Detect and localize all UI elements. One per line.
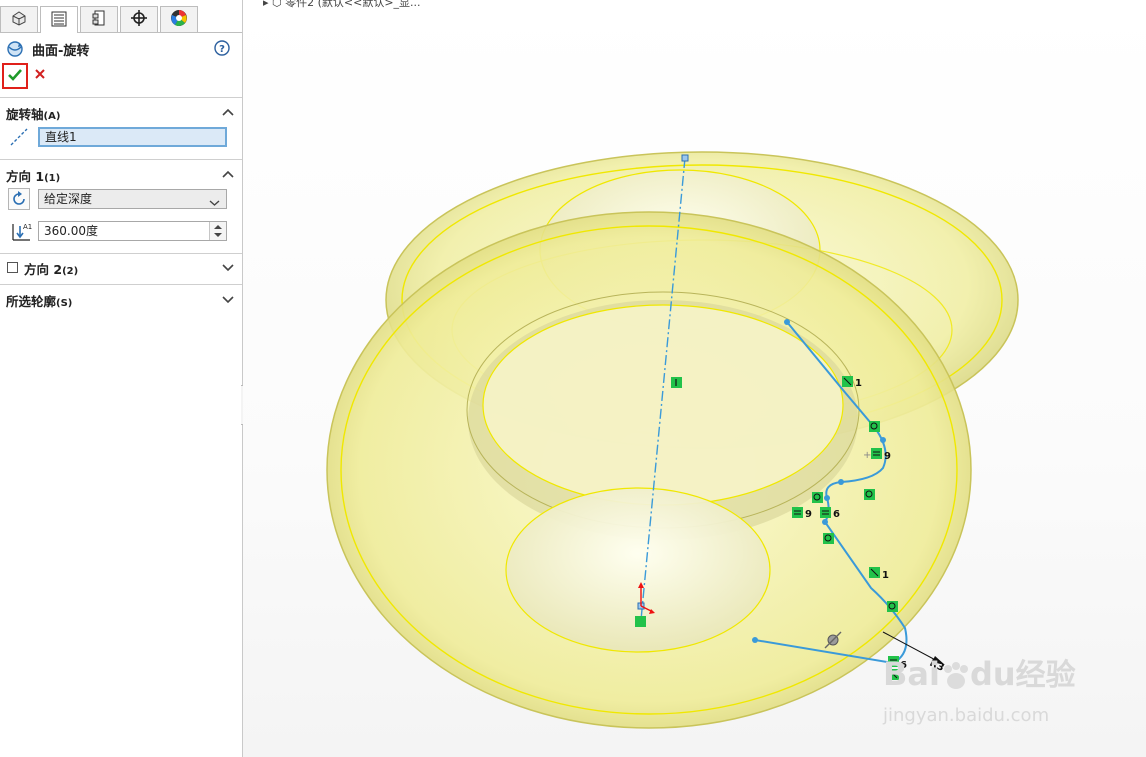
- configuration-manager-icon: [90, 9, 108, 30]
- tab-feature-manager[interactable]: [0, 6, 38, 32]
- chevron-up-icon[interactable]: [222, 168, 234, 182]
- feature-header: 曲面-旋转 ?: [6, 38, 236, 60]
- divider: [0, 159, 242, 160]
- direction2-checkbox[interactable]: [7, 262, 18, 273]
- watermark-logo: Bai du经验: [883, 655, 1076, 693]
- revolve-surface-icon: [6, 40, 24, 61]
- tab-display-manager[interactable]: [160, 6, 198, 32]
- tab-configuration-manager[interactable]: [80, 6, 118, 32]
- check-icon: [7, 68, 23, 85]
- relation-label: 9: [805, 509, 812, 520]
- feature-title: 曲面-旋转: [32, 44, 90, 59]
- group-title-direction2[interactable]: 方向 2(2): [24, 259, 78, 278]
- feature-manager-icon: [10, 9, 28, 30]
- ok-button[interactable]: [2, 63, 28, 89]
- group-title-contours[interactable]: 所选轮廓(S): [6, 291, 72, 310]
- angle-input[interactable]: 360.00度: [38, 221, 227, 241]
- dimxpert-icon: [130, 9, 148, 30]
- svg-text:+: +: [863, 450, 871, 461]
- display-manager-icon: [170, 9, 188, 30]
- chevron-down-icon[interactable]: [222, 294, 234, 308]
- property-manager-panel: 曲面-旋转 ? 旋转轴(A) 直线1 方向 1(1) 给定深度 A1 360.0…: [0, 0, 243, 757]
- property-manager-icon: [50, 10, 68, 31]
- end-condition-value: 给定深度: [44, 192, 93, 206]
- group-axis-hotkey: (A): [43, 111, 61, 122]
- divider: [0, 253, 242, 254]
- relation-label: 6: [833, 509, 840, 520]
- tab-dimxpert[interactable]: [120, 6, 158, 32]
- axis-line-icon: [9, 127, 29, 150]
- lower-torus: [326, 211, 972, 729]
- group-direction1-label: 方向 1: [6, 169, 45, 184]
- chevron-down-icon: [209, 194, 220, 212]
- revolved-surface-preview[interactable]: 1 9 + 9 6 1 6 R3: [243, 0, 1146, 757]
- chevron-down-icon[interactable]: [222, 262, 234, 276]
- angle-value: 360.00度: [44, 224, 98, 238]
- relation-label: 1: [882, 570, 889, 581]
- watermark-url: jingyan.baidu.com: [883, 705, 1050, 726]
- svg-text:?: ?: [219, 44, 225, 55]
- cancel-button[interactable]: [34, 68, 46, 83]
- close-icon: [34, 69, 46, 83]
- divider: [0, 284, 242, 285]
- divider: [0, 97, 242, 98]
- end-condition-select[interactable]: 给定深度: [38, 189, 227, 209]
- axis-selection-field[interactable]: 直线1: [38, 127, 227, 147]
- tab-property-manager[interactable]: [40, 6, 78, 33]
- group-contours-hotkey: (S): [56, 298, 73, 309]
- group-direction1-hotkey: (1): [44, 173, 61, 184]
- group-title-direction1[interactable]: 方向 1(1): [6, 166, 60, 185]
- group-direction2-hotkey: (2): [62, 266, 79, 277]
- reverse-direction-icon[interactable]: [8, 188, 30, 210]
- help-icon[interactable]: ?: [214, 40, 230, 59]
- group-contours-label: 所选轮廓: [6, 294, 57, 309]
- group-direction2-label: 方向 2: [24, 262, 63, 277]
- svg-text:A1: A1: [23, 223, 32, 231]
- angle-spinner[interactable]: [209, 222, 226, 240]
- relation-label: 9: [884, 451, 891, 462]
- relation-label: 1: [855, 378, 862, 389]
- group-axis-label: 旋转轴: [6, 107, 44, 122]
- group-title-axis[interactable]: 旋转轴(A): [6, 104, 60, 123]
- chevron-up-icon[interactable]: [222, 106, 234, 120]
- angle-icon: A1: [8, 220, 32, 245]
- manager-tabs: [0, 4, 242, 33]
- graphics-viewport[interactable]: ▸ ⬡ 零件2 (默认<<默认>_显... 1 9 + 9 6 1 6 R3 B…: [243, 0, 1146, 757]
